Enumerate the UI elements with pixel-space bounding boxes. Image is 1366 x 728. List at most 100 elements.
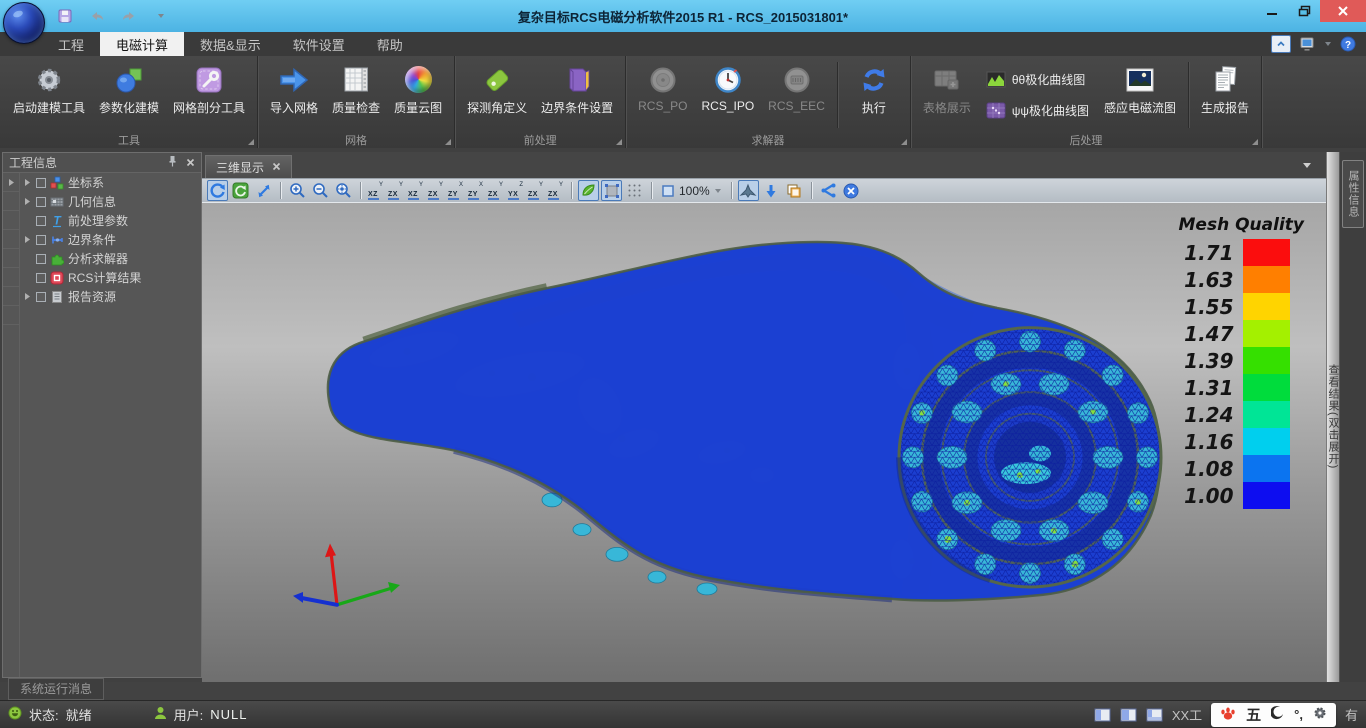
system-messages-tab[interactable]: 系统运行消息 [8,678,104,700]
layout-split-button[interactable] [1120,708,1137,722]
orbit-view-button[interactable] [230,180,251,201]
points-view-button[interactable] [624,180,645,201]
colorbar-title: Mesh Quality [1179,215,1304,235]
import-result-button[interactable] [761,180,782,201]
layout-left-panel-button[interactable] [1094,708,1111,722]
ribbon-button[interactable]: 边界条件设置 [534,59,620,131]
tree-item[interactable]: RCS计算结果 [20,268,201,287]
dialog-launcher-icon[interactable] [616,139,622,145]
display-mode-caret-icon[interactable] [1324,41,1332,47]
ime-toolbar[interactable]: 五 °, [1211,703,1336,727]
colorbar-block [1243,401,1290,428]
ribbon-button[interactable]: 导入网格 [263,59,325,131]
expander-icon[interactable] [23,197,32,206]
ribbon-button[interactable]: 感应电磁流图 [1097,59,1183,131]
redo-button[interactable] [118,6,140,26]
tree-item[interactable]: 边界条件 [20,230,201,249]
ime-mode-label[interactable]: 五 [1246,704,1261,725]
pan-view-button[interactable] [253,180,274,201]
expander-icon[interactable] [23,292,32,301]
ribbon-button[interactable]: 参数化建模 [92,59,166,131]
tree-checkbox[interactable] [36,178,46,188]
ribbon-button[interactable]: 执行 [843,59,905,131]
close-panel-icon[interactable] [186,156,195,170]
tree-item[interactable]: 分析求解器 [20,249,201,268]
dialog-launcher-icon[interactable] [901,139,907,145]
app-logo-icon[interactable] [3,2,45,44]
dialog-launcher-icon[interactable] [445,139,451,145]
view-orientation-button-7[interactable]: zxy [487,181,505,200]
viewport-3d[interactable]: Mesh Quality 1.711.631.551.471.391.311.2… [202,203,1326,682]
ime-punctuation-toggle[interactable]: °, [1294,708,1303,721]
ribbon-button[interactable]: 网格剖分工具 [166,59,252,131]
menu-tab[interactable]: 电磁计算 [100,32,184,56]
tree-item[interactable]: 几何信息 [20,192,201,211]
ribbon-button[interactable]: 质量云图 [387,59,449,131]
ribbon-button[interactable]: θθ极化曲线图 [983,70,1092,89]
copy-view-button[interactable] [784,180,805,201]
window-controls [1256,0,1366,22]
ribbon-button[interactable]: 探测角定义 [460,59,534,131]
zoom-level-control[interactable]: 100% [658,184,725,198]
view-orientation-button-6[interactable]: zyx [467,181,485,200]
tree-checkbox[interactable] [36,292,46,302]
ribbon-button[interactable]: 启动建模工具 [6,59,92,131]
dialog-launcher-icon[interactable] [248,139,254,145]
property-info-tab[interactable]: 属性信息 [1342,160,1364,228]
help-button[interactable]: ? [1340,36,1356,52]
tree-checkbox[interactable] [36,254,46,264]
menu-tab[interactable]: 工程 [42,32,100,56]
shaded-view-button[interactable] [578,180,599,201]
tree-checkbox[interactable] [36,216,46,226]
tree-checkbox[interactable] [36,273,46,283]
ribbon-button[interactable]: RCS_IPO [694,59,761,131]
view-tab-close-icon[interactable] [272,160,281,174]
view-orientation-button-10[interactable]: zxy [547,181,565,200]
zoom-in-button[interactable] [287,180,308,201]
collapse-ribbon-button[interactable] [1271,35,1291,53]
maximize-button[interactable] [1288,0,1320,22]
rotate-view-button[interactable] [207,180,228,201]
tree-item[interactable]: 报告资源 [20,287,201,306]
tree-item[interactable]: T前处理参数 [20,211,201,230]
view-orientation-button-9[interactable]: zxy [527,181,545,200]
close-view-button[interactable] [841,180,862,201]
ribbon-button[interactable]: ψψ极化曲线图 [983,101,1092,120]
ribbon-button[interactable]: 生成报告 [1194,59,1256,131]
undo-button[interactable] [86,6,108,26]
model-display-button[interactable] [738,180,759,201]
view-orientation-button-1[interactable]: xzy [367,181,385,200]
view-orientation-button-3[interactable]: xzy [407,181,425,200]
view-tab[interactable]: 三维显示 [205,155,292,178]
ime-settings-gear-icon[interactable] [1313,706,1327,723]
close-button[interactable] [1320,0,1366,22]
ime-moon-icon[interactable] [1271,706,1284,723]
flat-view-button[interactable] [601,180,622,201]
expander-icon[interactable] [23,178,32,187]
share-view-button[interactable] [818,180,839,201]
tree-checkbox[interactable] [36,235,46,245]
dialog-launcher-icon[interactable] [1252,139,1258,145]
view-orientation-button-8[interactable]: yxz [507,181,525,200]
pin-icon[interactable] [168,155,177,170]
qat-dropdown-icon[interactable] [150,6,172,26]
view-orientation-button-4[interactable]: zxy [427,181,445,200]
menu-tab[interactable]: 软件设置 [277,32,361,56]
save-button[interactable] [54,6,76,26]
minimize-button[interactable] [1256,0,1288,22]
zoom-extents-button[interactable] [333,180,354,201]
tree-item[interactable]: 坐标系 [20,173,201,192]
layout-bottom-button[interactable] [1146,708,1163,722]
menu-tab[interactable]: 帮助 [361,32,419,56]
tabbar-dropdown-icon[interactable] [1302,158,1312,172]
ime-logo-icon[interactable] [1220,706,1236,724]
zoom-out-button[interactable] [310,180,331,201]
display-mode-button[interactable] [1299,37,1316,52]
tree-checkbox[interactable] [36,197,46,207]
view-orientation-button-2[interactable]: zxy [387,181,405,200]
results-strip[interactable]: 查看结果(双击展开) [1326,152,1340,682]
ribbon-button[interactable]: 质量检查 [325,59,387,131]
view-orientation-button-5[interactable]: zyx [447,181,465,200]
menu-tab[interactable]: 数据&显示 [184,32,277,56]
expander-icon[interactable] [23,235,32,244]
